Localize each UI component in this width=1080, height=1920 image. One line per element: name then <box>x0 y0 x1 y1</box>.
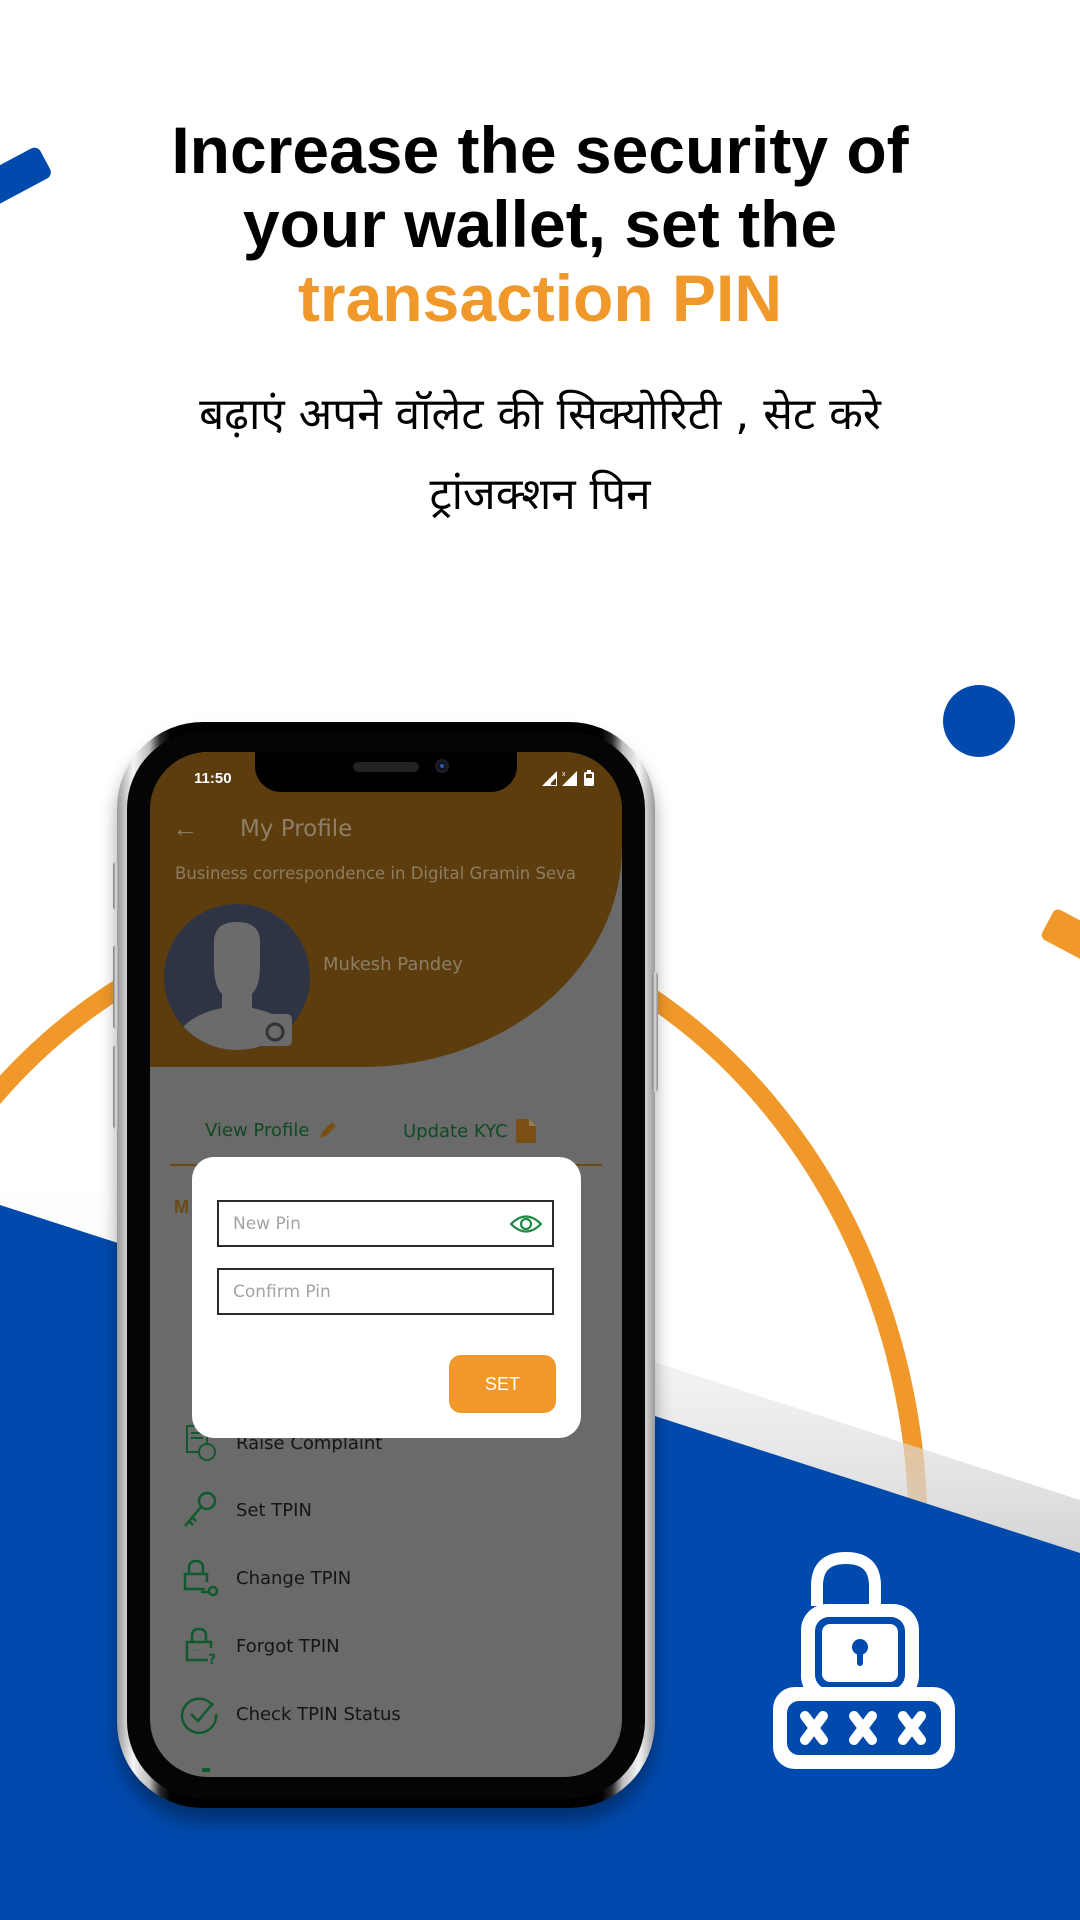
headline-accent: transaction PIN <box>297 261 783 335</box>
svg-text:x: x <box>562 771 566 778</box>
phone-mute-button <box>113 862 119 910</box>
lock-question-icon: ···? <box>180 1626 220 1666</box>
key-icon <box>180 1490 220 1530</box>
battery-icon <box>584 770 594 786</box>
set-pin-dialog: SET <box>192 1157 581 1438</box>
front-camera <box>435 759 449 773</box>
section-heading-partial: M <box>174 1197 189 1217</box>
confirm-pin-field <box>217 1268 554 1315</box>
camera-glyph-icon <box>265 1022 285 1042</box>
phone-speaker <box>353 762 419 772</box>
app-bar-title: My Profile <box>240 816 353 842</box>
pencil-icon <box>320 1122 337 1138</box>
menu-item-set-tpin[interactable]: Set TPIN <box>180 1490 312 1530</box>
hindi-subtitle: बढ़ाएं अपने वॉलेट की सिक्योरिटी , सेट कर… <box>0 375 1080 535</box>
view-profile-label: View Profile <box>205 1119 310 1141</box>
update-kyc-link[interactable]: Update KYC <box>403 1119 536 1143</box>
status-time: 11:50 <box>194 770 232 787</box>
new-pin-input[interactable] <box>219 1202 552 1245</box>
signal-icon <box>542 771 557 786</box>
next-menu-icon-partial <box>202 1768 210 1772</box>
svg-text:···: ··· <box>192 1646 202 1657</box>
phone-power-button <box>652 972 658 1092</box>
back-arrow-icon[interactable]: ← <box>172 815 198 841</box>
blue-circle-decoration <box>943 685 1015 757</box>
phone-volume-up-button <box>113 945 119 1029</box>
menu-item-label: Set TPIN <box>236 1499 312 1521</box>
headline-line-2: your wallet, set the <box>242 187 838 261</box>
orange-tab-decoration <box>1041 909 1080 964</box>
new-pin-field <box>217 1200 554 1247</box>
menu-item-forgot-tpin[interactable]: ···? Forgot TPIN <box>180 1626 340 1666</box>
eye-icon[interactable] <box>510 1213 542 1235</box>
status-icons: x <box>542 770 594 786</box>
user-name: Mukesh Pandey <box>323 954 463 975</box>
lock-key-icon <box>180 1558 220 1598</box>
headline-line-1: Increase the security of <box>171 113 909 187</box>
menu-item-check-tpin-status[interactable]: Check TPIN Status <box>180 1694 401 1734</box>
hindi-line-2: ट्रांजक्शन पिन <box>429 469 651 520</box>
confirm-pin-input[interactable] <box>219 1270 552 1313</box>
change-photo-camera-icon[interactable] <box>258 1014 292 1046</box>
update-kyc-label: Update KYC <box>403 1120 508 1142</box>
menu-item-label: Forgot TPIN <box>236 1635 340 1657</box>
menu-item-label: Change TPIN <box>236 1567 352 1589</box>
view-profile-link[interactable]: View Profile <box>205 1119 339 1141</box>
check-circle-icon <box>180 1694 220 1734</box>
svg-text:?: ? <box>208 1652 216 1666</box>
phone-notch <box>255 752 517 792</box>
menu-item-label: Check TPIN Status <box>236 1703 401 1725</box>
set-pin-button[interactable]: SET <box>449 1355 556 1413</box>
signal-no-data-icon: x <box>562 771 577 786</box>
headline: Increase the security of your wallet, se… <box>0 113 1080 335</box>
phone-volume-down-button <box>113 1045 119 1129</box>
menu-item-change-tpin[interactable]: Change TPIN <box>180 1558 351 1598</box>
document-icon <box>515 1119 536 1143</box>
profile-subtitle: Business correspondence in Digital Grami… <box>175 864 576 883</box>
lock-password-icon <box>773 1551 955 1769</box>
hindi-line-1: बढ़ाएं अपने वॉलेट की सिक्योरिटी , सेट कर… <box>199 389 881 440</box>
